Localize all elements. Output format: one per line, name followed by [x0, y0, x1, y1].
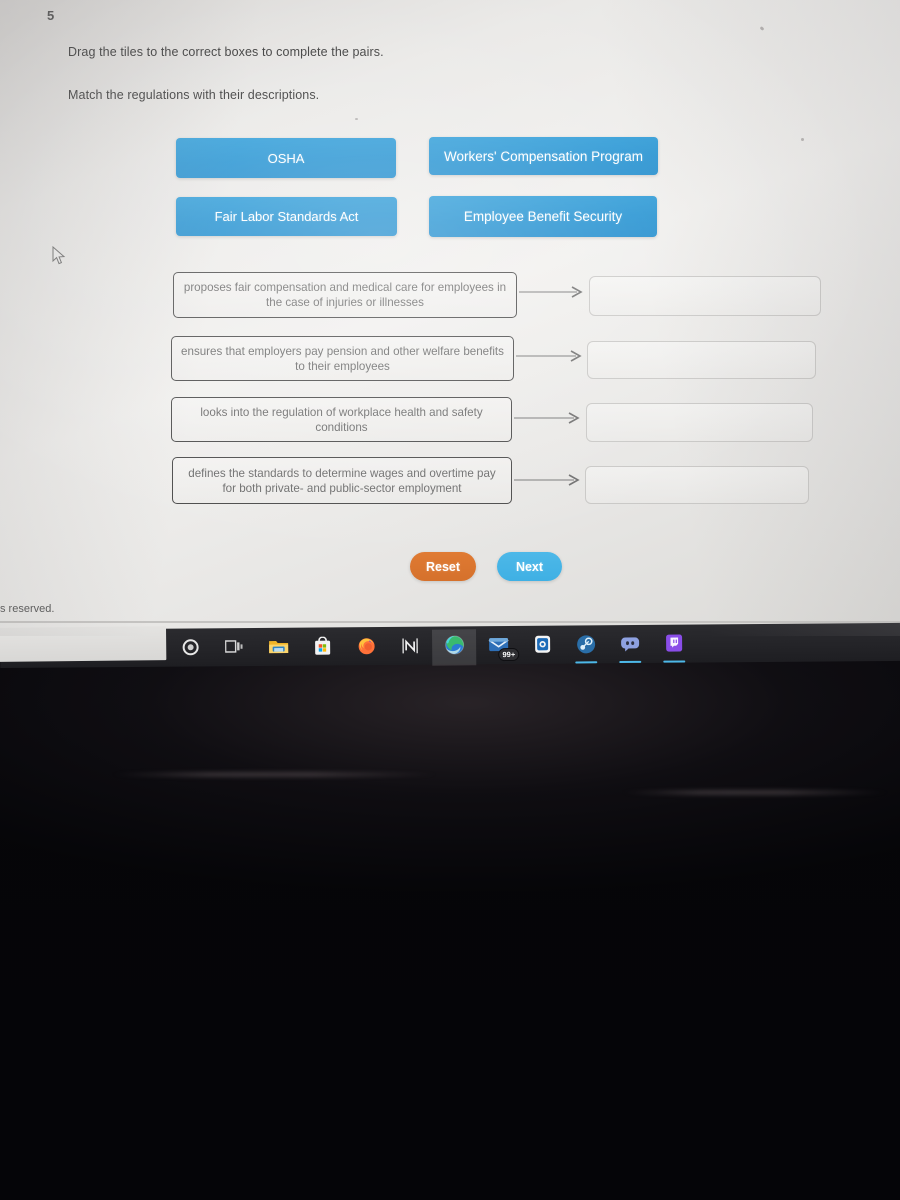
taskbar-item-discord[interactable] — [608, 628, 652, 664]
letter-n-app-icon — [401, 636, 419, 659]
question-number: 5 — [47, 8, 55, 23]
description-box: looks into the regulation of workplace h… — [171, 397, 512, 442]
tile-fair-labor-standards-act[interactable]: Fair Labor Standards Act — [176, 197, 397, 236]
instruction-drag-tiles: Drag the tiles to the correct boxes to c… — [68, 45, 384, 59]
dust-speck — [355, 118, 358, 120]
file-explorer-icon — [268, 638, 289, 660]
instruction-match-regulations: Match the regulations with their descrip… — [68, 88, 320, 102]
drop-target[interactable] — [589, 276, 821, 316]
arrow-right-icon — [519, 286, 585, 298]
running-indicator — [663, 660, 686, 663]
drop-target[interactable] — [587, 341, 816, 379]
mail-unread-badge: 99+ — [498, 647, 520, 662]
taskbar-item-letter-n-app[interactable] — [388, 630, 432, 666]
monitor-screen: 5 Drag the tiles to the correct boxes to… — [0, 0, 900, 668]
taskbar-item-mail[interactable]: 99+ — [476, 629, 520, 665]
running-indicator — [619, 660, 642, 664]
taskbar-icon-strip: 99+ — [168, 627, 728, 668]
cortana-circle-icon — [182, 639, 199, 661]
task-view-icon — [224, 639, 243, 659]
firefox-icon — [357, 636, 376, 660]
taskbar-item-cortana[interactable] — [168, 632, 212, 668]
taskbar-item-firefox[interactable] — [344, 630, 388, 666]
running-indicator — [575, 661, 598, 664]
bluestacks-icon — [534, 635, 551, 659]
microsoft-edge-icon — [444, 634, 465, 660]
tile-workers-compensation-program[interactable]: Workers' Compensation Program — [429, 137, 658, 175]
tile-employee-benefit-security[interactable]: Employee Benefit Security — [429, 196, 657, 237]
drop-target[interactable] — [585, 466, 809, 504]
description-box: defines the standards to determine wages… — [172, 457, 512, 504]
taskbar-item-bluestacks[interactable] — [520, 629, 564, 665]
light-streak — [110, 772, 440, 777]
drop-target[interactable] — [586, 403, 813, 442]
copyright-text: s reserved. — [0, 603, 55, 615]
page-bottom-edge — [0, 621, 900, 623]
screenshot-root: 5 Drag the tiles to the correct boxes to… — [0, 0, 900, 1200]
tile-osha[interactable]: OSHA — [176, 138, 396, 178]
taskbar-item-twitch[interactable] — [652, 627, 696, 663]
mouse-cursor-icon — [52, 245, 66, 266]
taskbar-search-input[interactable]: rch — [0, 626, 167, 662]
discord-icon — [620, 635, 640, 656]
taskbar-item-file-explorer[interactable] — [256, 631, 300, 667]
microsoft-store-icon — [314, 636, 331, 661]
description-box: proposes fair compensation and medical c… — [173, 272, 517, 318]
taskbar-item-steam[interactable] — [564, 628, 608, 664]
next-button[interactable]: Next — [497, 552, 562, 581]
twitch-icon — [665, 634, 683, 658]
dust-speck — [759, 26, 765, 31]
taskbar-item-task-view[interactable] — [212, 631, 256, 667]
arrow-right-icon — [516, 350, 584, 362]
taskbar-item-microsoft-edge[interactable] — [431, 629, 477, 666]
dark-room-background — [0, 660, 900, 1200]
arrow-right-icon — [514, 474, 582, 486]
reset-button[interactable]: Reset — [410, 552, 476, 581]
light-streak — [620, 790, 890, 795]
taskbar-item-microsoft-store[interactable] — [300, 630, 344, 666]
steam-icon — [576, 634, 596, 659]
arrow-right-icon — [514, 412, 582, 424]
description-box: ensures that employers pay pension and o… — [171, 336, 514, 381]
dust-speck — [801, 138, 804, 141]
